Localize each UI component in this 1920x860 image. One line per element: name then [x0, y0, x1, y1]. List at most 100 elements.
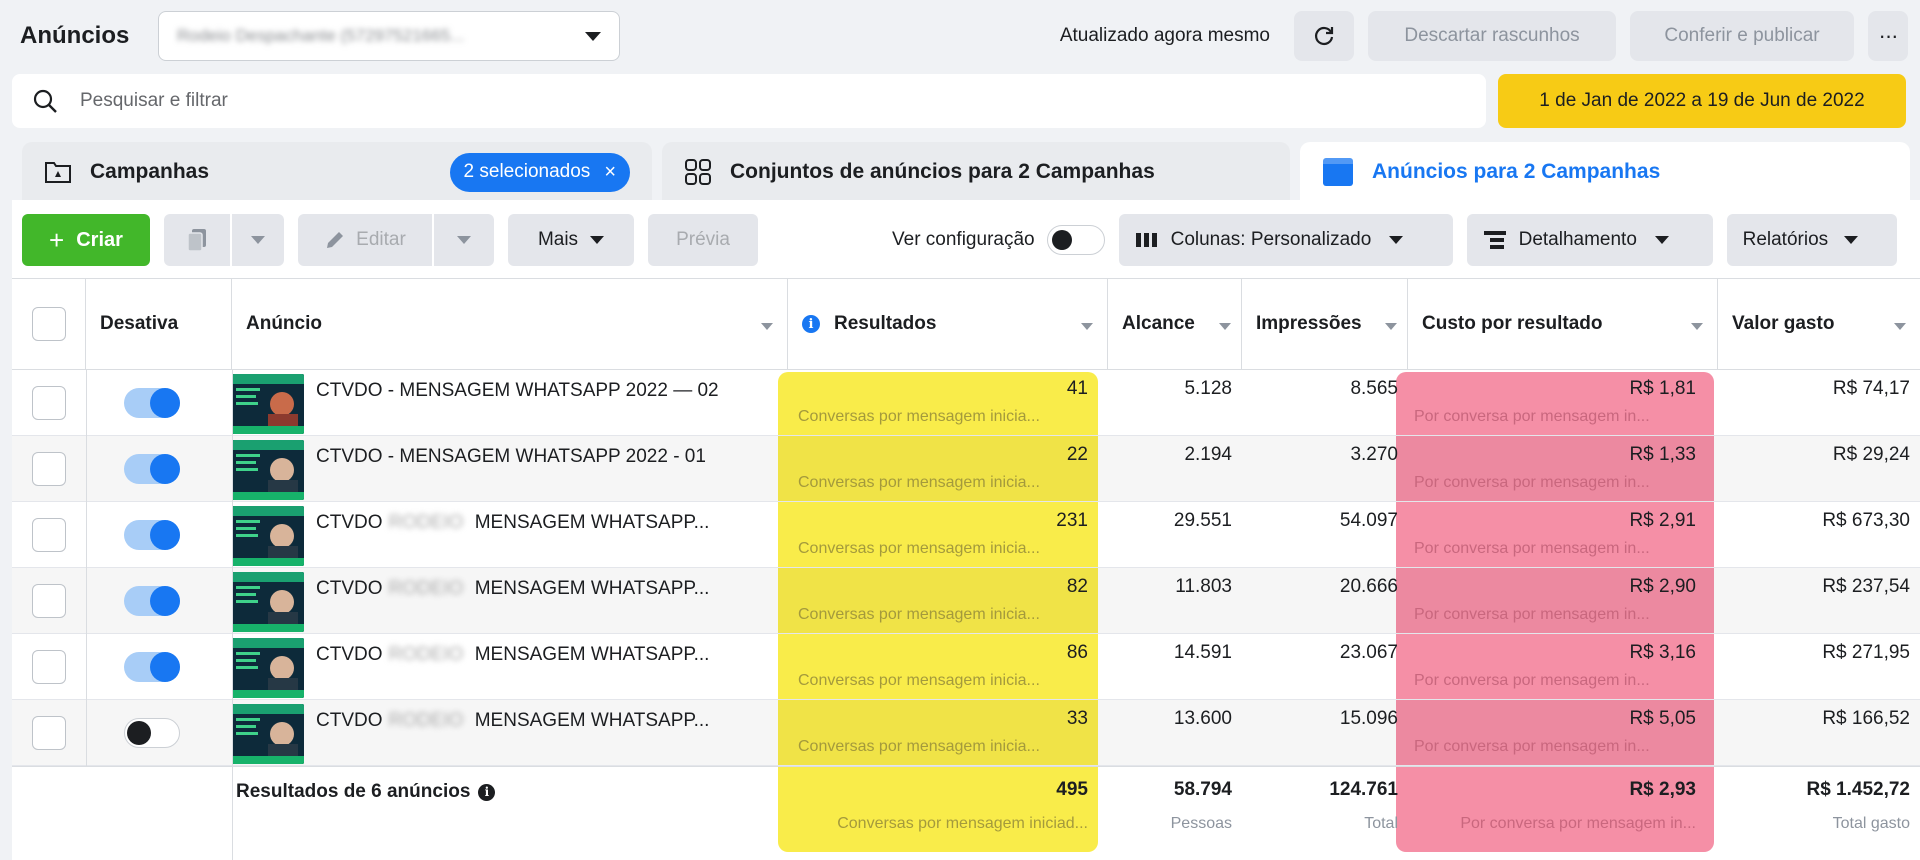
sort-icon [1081, 323, 1093, 330]
ad-status-toggle[interactable] [124, 388, 180, 418]
cost-sub: Por conversa por mensagem in... [1414, 408, 1650, 425]
reports-button[interactable]: Relatórios [1726, 214, 1897, 266]
tab-adsets-label: Conjuntos de anúncios para 2 Campanhas [730, 160, 1155, 183]
toggle-knob [150, 388, 180, 418]
ad-thumbnail[interactable] [232, 440, 304, 500]
select-all-checkbox[interactable] [31, 307, 66, 341]
more-button[interactable]: Mais [508, 214, 634, 266]
row-checkbox[interactable] [32, 452, 66, 486]
header-ad-label: Anúncio [246, 313, 322, 334]
ad-status-toggle[interactable] [124, 454, 180, 484]
header-ad[interactable]: Anúncio [232, 279, 788, 369]
ad-name-link[interactable]: CTVDO RODEIO MENSAGEM WHATSAPP... [316, 710, 709, 732]
account-selector[interactable]: Rodeio Despachante (57297521665... [158, 11, 620, 61]
table-row[interactable]: CTVDO RODEIO MENSAGEM WHATSAPP... 33 Conver… [12, 700, 1920, 766]
edit-button[interactable]: Editar [298, 214, 432, 266]
refresh-button[interactable] [1294, 11, 1354, 61]
ad-name-prefix: CTVDO [316, 512, 383, 533]
header-cost-label: Custo por resultado [1422, 313, 1603, 334]
ad-thumbnail[interactable] [232, 374, 304, 434]
ad-status-toggle[interactable] [124, 718, 180, 748]
table-row[interactable]: CTVDO - MENSAGEM WHATSAPP 2022 - 01 22 Con… [12, 436, 1920, 502]
selected-filter-pill[interactable]: 2 selecionados × [449, 152, 630, 192]
header-select-all [12, 279, 86, 369]
discard-drafts-button[interactable]: Descartar rascunhos [1368, 11, 1616, 61]
chevron-down-icon [590, 236, 605, 244]
breakdown-button[interactable]: Detalhamento [1466, 214, 1713, 266]
reach-cell: 14.591 [1108, 642, 1232, 708]
spent-cell: R$ 166,52 [1724, 708, 1910, 774]
reach-cell: 13.600 [1108, 708, 1232, 774]
header-impressions[interactable]: Impressões [1242, 279, 1408, 369]
row-checkbox[interactable] [32, 716, 66, 750]
header-reach[interactable]: Alcance [1108, 279, 1242, 369]
table-row[interactable]: CTVDO RODEIO MENSAGEM WHATSAPP... 231 Conve… [12, 502, 1920, 568]
reach-value: 2.194 [1184, 444, 1232, 465]
header-toggle[interactable]: Desativa [86, 279, 232, 369]
reach-cell: 5.128 [1108, 378, 1232, 444]
ad-status-toggle[interactable] [124, 652, 180, 682]
ad-name-hidden: RODEIO [388, 578, 464, 599]
header-cost[interactable]: Custo por resultado [1408, 279, 1718, 369]
ad-status-toggle[interactable] [124, 586, 180, 616]
table-row[interactable]: CTVDO - MENSAGEM WHATSAPP 2022 — 02 41 Con… [12, 370, 1920, 436]
more-options-button[interactable]: ··· [1868, 11, 1908, 61]
spent-cell: R$ 673,30 [1724, 510, 1910, 576]
totals-row: Resultados de 6 anúncios i 495 Conversas… [12, 766, 1920, 860]
tab-ads[interactable]: Anúncios para 2 Campanhas [1300, 142, 1910, 202]
row-checkbox[interactable] [32, 650, 66, 684]
duplicate-button[interactable] [164, 214, 230, 266]
review-publish-button[interactable]: Conferir e publicar [1630, 11, 1854, 61]
ad-thumbnail[interactable] [232, 704, 304, 764]
row-checkbox[interactable] [32, 518, 66, 552]
cost-sub: Por conversa por mensagem in... [1414, 606, 1650, 623]
tab-adsets[interactable]: Conjuntos de anúncios para 2 Campanhas [662, 142, 1290, 202]
total-cost: R$ 2,93 Por conversa por mensagem in... [1406, 779, 1696, 845]
ad-name-link[interactable]: CTVDO RODEIO MENSAGEM WHATSAPP... [316, 512, 709, 534]
ad-name-link[interactable]: CTVDO - MENSAGEM WHATSAPP 2022 — 02 [316, 380, 719, 402]
table-row[interactable]: CTVDO RODEIO MENSAGEM WHATSAPP... 86 Conver… [12, 634, 1920, 700]
row-checkbox[interactable] [32, 584, 66, 618]
table-row[interactable]: CTVDO RODEIO MENSAGEM WHATSAPP... 82 Conver… [12, 568, 1920, 634]
row-checkbox[interactable] [32, 386, 66, 420]
edit-dropdown[interactable] [434, 214, 494, 266]
ad-name-link[interactable]: CTVDO RODEIO MENSAGEM WHATSAPP... [316, 578, 709, 600]
ad-thumbnail[interactable] [232, 638, 304, 698]
search-box[interactable] [12, 74, 1486, 128]
thumbnail-image [232, 506, 304, 566]
ad-thumbnail[interactable] [232, 572, 304, 632]
columns-button[interactable]: Colunas: Personalizado [1118, 214, 1453, 266]
sort-icon [1385, 323, 1397, 330]
cost-cell: R$ 5,05 Por conversa por mensagem in... [1414, 708, 1696, 774]
date-range-picker[interactable]: 1 de Jan de 2022 a 19 de Jun de 2022 [1498, 74, 1906, 128]
cost-value: R$ 2,90 [1629, 576, 1696, 597]
spent-value: R$ 271,95 [1822, 642, 1910, 663]
ad-name-link[interactable]: CTVDO - MENSAGEM WHATSAPP 2022 - 01 [316, 446, 706, 468]
reach-cell: 29.551 [1108, 510, 1232, 576]
search-input[interactable] [80, 90, 1380, 112]
tab-ads-label: Anúncios para 2 Campanhas [1372, 160, 1661, 183]
create-button[interactable]: + Criar [22, 214, 150, 266]
duplicate-dropdown[interactable] [232, 214, 284, 266]
header-reach-label: Alcance [1122, 313, 1195, 334]
results-cell: 33 Conversas por mensagem inicia... [798, 708, 1088, 774]
level-tabs: Campanhas 2 selecionados × Conjuntos de … [22, 142, 1920, 202]
total-cost-sub: Por conversa por mensagem in... [1460, 815, 1696, 832]
ad-name-link[interactable]: CTVDO RODEIO MENSAGEM WHATSAPP... [316, 644, 709, 666]
header-spent[interactable]: Valor gasto [1718, 279, 1920, 369]
ad-name-hidden: RODEIO [388, 644, 464, 665]
thumbnail-image [232, 440, 304, 500]
close-icon[interactable]: × [604, 161, 616, 184]
header-results[interactable]: i Resultados [788, 279, 1108, 369]
duplicate-icon [187, 229, 206, 252]
tab-campaigns[interactable]: Campanhas 2 selecionados × [22, 142, 652, 202]
view-config-toggle[interactable] [1046, 225, 1105, 255]
toggle-knob [150, 652, 180, 682]
total-spent-sub: Total gasto [1832, 815, 1910, 832]
results-value: 33 [1066, 708, 1088, 729]
cost-sub: Por conversa por mensagem in... [1414, 540, 1650, 557]
ad-status-toggle[interactable] [124, 520, 180, 550]
preview-button[interactable]: Prévia [648, 214, 758, 266]
ad-thumbnail[interactable] [232, 506, 304, 566]
chevron-down-icon [251, 236, 265, 244]
